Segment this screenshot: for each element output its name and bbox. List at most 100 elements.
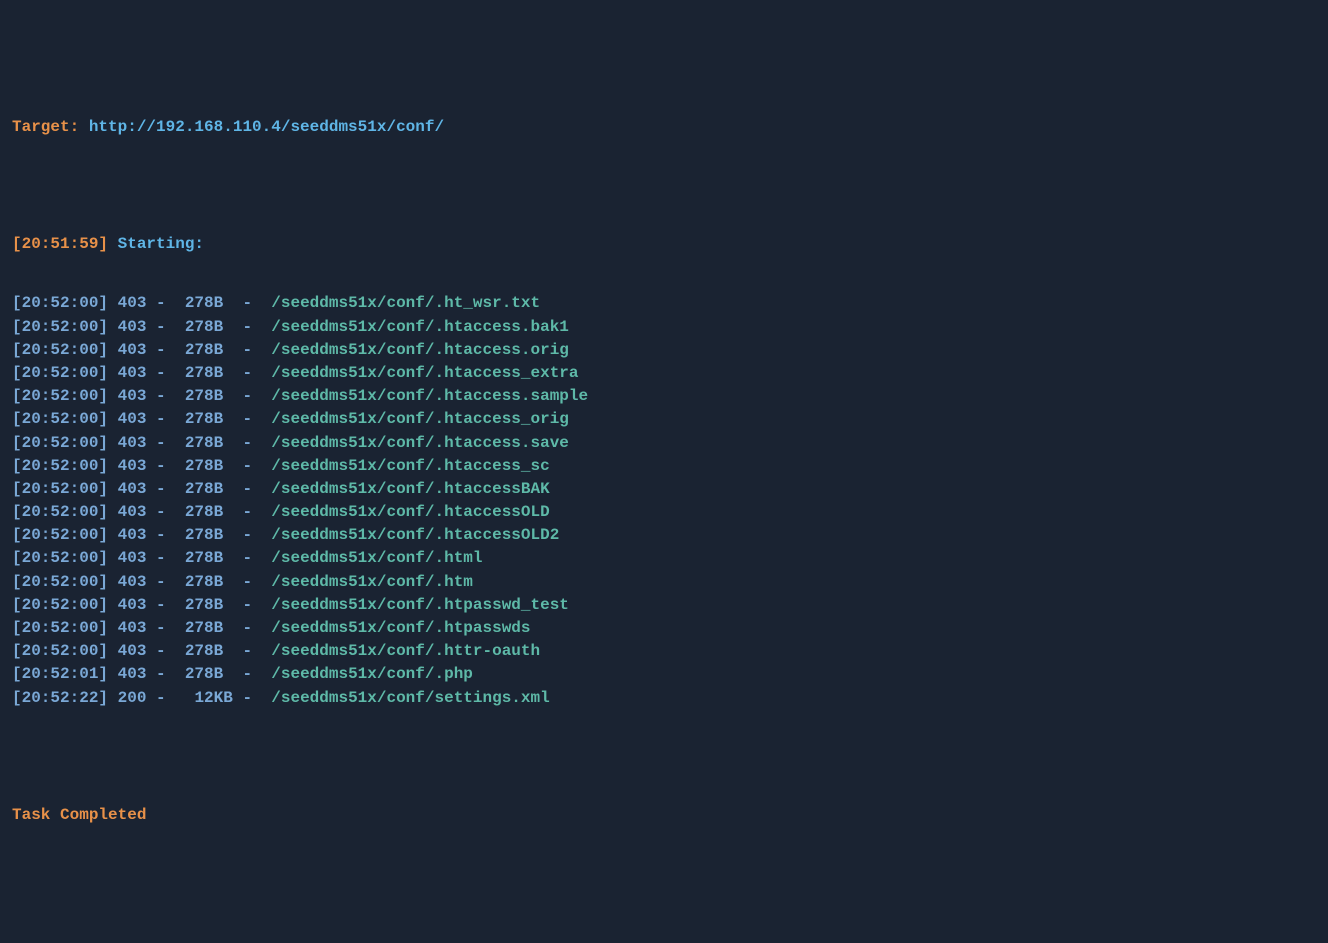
row-dash: -: [233, 617, 262, 640]
row-status: 403 -: [108, 432, 185, 455]
row-size: 278B: [185, 478, 233, 501]
row-dash: -: [233, 594, 262, 617]
row-path: /seeddms51x/conf/.htpasswd_test: [262, 594, 569, 617]
row-status: 403 -: [108, 362, 185, 385]
row-dash: -: [233, 339, 262, 362]
row-status: 403 -: [108, 455, 185, 478]
row-status: 403 -: [108, 663, 185, 686]
result-row: [20:52:00] 403 - 278B - /seeddms51x/conf…: [12, 571, 1316, 594]
row-path: /seeddms51x/conf/.httr-oauth: [262, 640, 540, 663]
row-timestamp: [20:52:00]: [12, 617, 108, 640]
target-line: Target: http://192.168.110.4/seeddms51x/…: [12, 116, 1316, 139]
row-size: 278B: [185, 455, 233, 478]
row-size: 278B: [185, 571, 233, 594]
row-dash: -: [233, 316, 262, 339]
row-path: /seeddms51x/conf/.htpasswds: [262, 617, 531, 640]
row-dash: -: [233, 478, 262, 501]
row-timestamp: [20:52:00]: [12, 339, 108, 362]
row-timestamp: [20:52:01]: [12, 663, 108, 686]
row-size: 278B: [185, 385, 233, 408]
row-size: 278B: [185, 663, 233, 686]
row-size: 278B: [185, 408, 233, 431]
terminal-output: Target: http://192.168.110.4/seeddms51x/…: [12, 80, 1316, 845]
result-row: [20:52:00] 403 - 278B - /seeddms51x/conf…: [12, 617, 1316, 640]
row-path: /seeddms51x/conf/.htaccessBAK: [262, 478, 550, 501]
row-path: /seeddms51x/conf/.htaccess.sample: [262, 385, 588, 408]
row-path: /seeddms51x/conf/.htaccess.orig: [262, 339, 569, 362]
row-size: 278B: [185, 432, 233, 455]
result-entries: [20:52:00] 403 - 278B - /seeddms51x/conf…: [12, 292, 1316, 709]
row-timestamp: [20:52:00]: [12, 292, 108, 315]
result-row: [20:52:00] 403 - 278B - /seeddms51x/conf…: [12, 292, 1316, 315]
result-row: [20:52:00] 403 - 278B - /seeddms51x/conf…: [12, 501, 1316, 524]
row-path: /seeddms51x/conf/.php: [262, 663, 473, 686]
row-dash: -: [233, 547, 262, 570]
row-size: 278B: [185, 339, 233, 362]
row-timestamp: [20:52:00]: [12, 316, 108, 339]
blank-line: [12, 746, 1316, 768]
row-status: 403 -: [108, 339, 185, 362]
row-dash: -: [233, 501, 262, 524]
row-timestamp: [20:52:00]: [12, 594, 108, 617]
row-timestamp: [20:52:00]: [12, 501, 108, 524]
row-timestamp: [20:52:00]: [12, 385, 108, 408]
row-path: /seeddms51x/conf/.htaccess.save: [262, 432, 569, 455]
row-path: /seeddms51x/conf/.htaccessOLD: [262, 501, 550, 524]
row-size: 278B: [185, 547, 233, 570]
result-row: [20:52:00] 403 - 278B - /seeddms51x/conf…: [12, 594, 1316, 617]
row-dash: -: [233, 432, 262, 455]
target-url: http://192.168.110.4/seeddms51x/conf/: [89, 116, 444, 139]
row-status: 403 -: [108, 292, 185, 315]
row-path: /seeddms51x/conf/.htaccess_orig: [262, 408, 569, 431]
result-row: [20:52:00] 403 - 278B - /seeddms51x/conf…: [12, 455, 1316, 478]
row-timestamp: [20:52:00]: [12, 408, 108, 431]
row-size: 278B: [185, 316, 233, 339]
row-size: 278B: [185, 617, 233, 640]
result-row: [20:52:00] 403 - 278B - /seeddms51x/conf…: [12, 432, 1316, 455]
row-path: /seeddms51x/conf/.html: [262, 547, 483, 570]
task-completed: Task Completed: [12, 804, 1316, 827]
result-row: [20:52:00] 403 - 278B - /seeddms51x/conf…: [12, 339, 1316, 362]
row-status: 403 -: [108, 571, 185, 594]
row-timestamp: [20:52:22]: [12, 687, 108, 710]
row-dash: -: [233, 292, 262, 315]
row-status: 403 -: [108, 547, 185, 570]
row-timestamp: [20:52:00]: [12, 524, 108, 547]
row-size: 278B: [185, 594, 233, 617]
result-row: [20:52:00] 403 - 278B - /seeddms51x/conf…: [12, 478, 1316, 501]
result-row: [20:52:00] 403 - 278B - /seeddms51x/conf…: [12, 640, 1316, 663]
result-row: [20:52:00] 403 - 278B - /seeddms51x/conf…: [12, 524, 1316, 547]
target-label: Target:: [12, 116, 89, 139]
row-dash: -: [233, 362, 262, 385]
row-dash: -: [233, 663, 262, 686]
row-dash: -: [233, 687, 262, 710]
row-path: /seeddms51x/conf/.ht_wsr.txt: [262, 292, 540, 315]
starting-timestamp: [20:51:59]: [12, 233, 108, 256]
row-size: 12KB: [194, 687, 232, 710]
result-row: [20:52:00] 403 - 278B - /seeddms51x/conf…: [12, 547, 1316, 570]
row-status: 403 -: [108, 501, 185, 524]
row-timestamp: [20:52:00]: [12, 571, 108, 594]
row-size: 278B: [185, 524, 233, 547]
result-row: [20:52:00] 403 - 278B - /seeddms51x/conf…: [12, 316, 1316, 339]
row-dash: -: [233, 455, 262, 478]
row-timestamp: [20:52:00]: [12, 432, 108, 455]
row-status: 403 -: [108, 316, 185, 339]
row-size: 278B: [185, 292, 233, 315]
result-row: [20:52:00] 403 - 278B - /seeddms51x/conf…: [12, 385, 1316, 408]
completed-label: Task Completed: [12, 804, 146, 827]
result-row: [20:52:22] 200 - 12KB - /seeddms51x/conf…: [12, 687, 1316, 710]
row-size: 278B: [185, 640, 233, 663]
row-status: 403 -: [108, 408, 185, 431]
row-path: /seeddms51x/conf/.htaccessOLD2: [262, 524, 560, 547]
row-path: /seeddms51x/conf/.htaccess.bak1: [262, 316, 569, 339]
row-status: 403 -: [108, 640, 185, 663]
row-dash: -: [233, 640, 262, 663]
row-timestamp: [20:52:00]: [12, 640, 108, 663]
row-status: 403 -: [108, 524, 185, 547]
starting-line: [20:51:59] Starting:: [12, 233, 1316, 256]
row-status: 200 -: [108, 687, 194, 710]
row-status: 403 -: [108, 478, 185, 501]
blank-line: [12, 175, 1316, 197]
row-dash: -: [233, 524, 262, 547]
